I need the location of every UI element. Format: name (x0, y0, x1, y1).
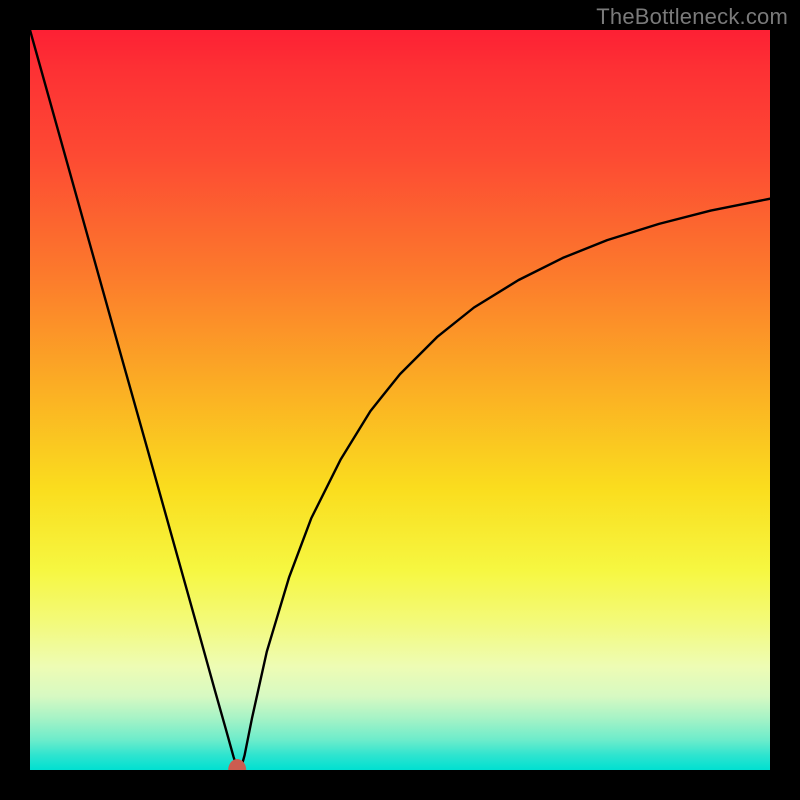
bottleneck-curve (30, 30, 770, 769)
curve-layer (30, 30, 770, 770)
watermark-text: TheBottleneck.com (596, 4, 788, 30)
chart-frame: TheBottleneck.com (0, 0, 800, 800)
plot-area (30, 30, 770, 770)
